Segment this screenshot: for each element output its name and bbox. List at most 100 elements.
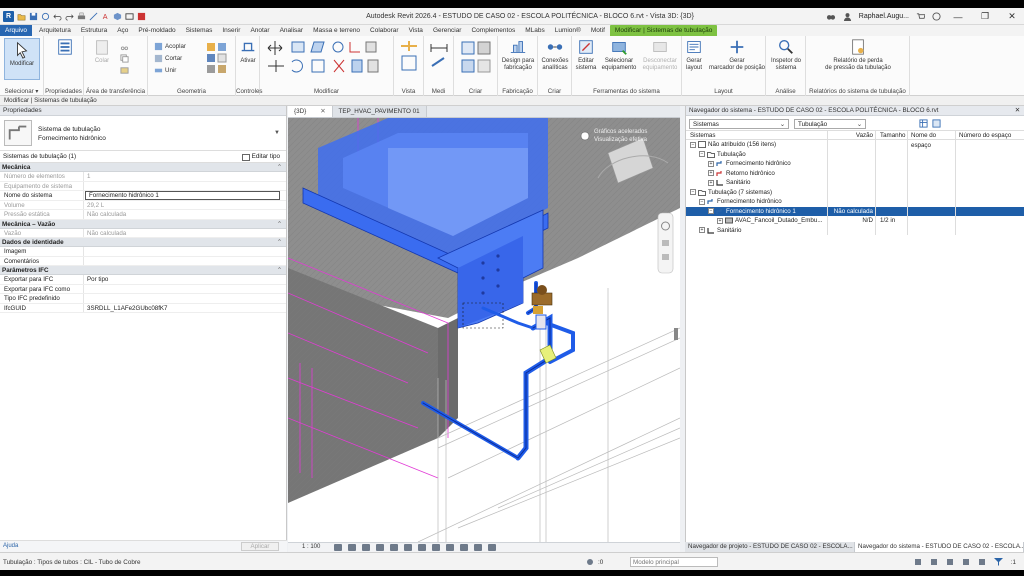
revit-logo-icon[interactable]: R [3, 10, 14, 22]
visual-style-icon[interactable] [348, 544, 356, 551]
property-value[interactable] [84, 285, 286, 294]
model-canvas[interactable]: Gráficos acelerados Visualização efetiva [288, 118, 680, 542]
edit-type-button[interactable]: Editar tipo [241, 151, 280, 163]
generate-layout-button[interactable]: Gerar layout [682, 38, 706, 72]
collapse-icon[interactable]: ⌃ [277, 238, 282, 247]
apply-button[interactable]: Aplicar [241, 542, 279, 551]
tree-row[interactable]: − Fornecimento hidrônico 1 Não calculada [686, 206, 1024, 216]
text-icon[interactable]: A [101, 12, 110, 21]
collapse-icon[interactable]: ⌃ [277, 163, 282, 172]
properties-button[interactable] [54, 38, 76, 58]
close-hidden-icon[interactable] [137, 12, 146, 21]
lock-3d-icon[interactable] [432, 544, 440, 551]
ribbon-tab[interactable]: Motif [586, 25, 610, 36]
property-group[interactable]: Mecânica – Vazão ⌃ [0, 219, 286, 229]
ribbon-tab[interactable]: Analisar [275, 25, 308, 36]
3d-viewport[interactable]: Gráficos acelerados Visualização efetiva [288, 118, 680, 542]
ribbon-tab[interactable]: Anotar [245, 25, 274, 36]
properties-help-link[interactable]: Ajuda [3, 543, 21, 551]
collapse-icon[interactable]: − [699, 151, 705, 158]
ribbon-tab[interactable]: Arquivo [0, 25, 33, 36]
disconnect-equipment-button[interactable]: Desconectar equipamento [640, 38, 680, 72]
generate-placeholder-button[interactable]: Gerar marcador de posição [708, 38, 766, 72]
collapse-icon[interactable]: − [699, 198, 705, 205]
minimize-button[interactable]: — [948, 12, 968, 22]
column-settings-icon[interactable] [919, 119, 928, 128]
worksharing-icon[interactable] [474, 544, 482, 551]
print-icon[interactable] [77, 12, 86, 21]
vertical-scrollbar[interactable] [674, 328, 678, 340]
help-icon[interactable] [932, 12, 941, 21]
binoculars-icon[interactable] [826, 12, 836, 21]
ribbon-tab[interactable]: Inserir [217, 25, 245, 36]
property-value[interactable] [84, 247, 286, 256]
property-value[interactable]: Fornecimento hidrônico 1 [85, 191, 280, 200]
ribbon-tab[interactable]: MLabs [520, 25, 550, 36]
collapse-icon[interactable]: ⌃ [277, 220, 282, 229]
filter-icon[interactable] [993, 558, 1003, 566]
geometry-tools-icon[interactable] [206, 42, 228, 74]
collapse-icon[interactable]: ⌃ [277, 266, 282, 275]
collapse-icon[interactable]: − [708, 208, 714, 215]
render-icon[interactable] [390, 544, 398, 551]
copy-row[interactable] [120, 54, 129, 63]
tree-row[interactable]: − Não atribuído (156 itens) [686, 140, 1024, 150]
property-group[interactable]: Mecânica ⌃ [0, 163, 286, 172]
type-dropdown-arrow[interactable]: ▼ [274, 130, 280, 136]
analytical-connections-button[interactable]: Conexões analíticas [538, 38, 572, 72]
sun-path-icon[interactable] [362, 544, 370, 551]
close-button[interactable]: ✕ [1002, 11, 1022, 22]
select-by-face-icon[interactable] [962, 558, 970, 566]
create-tools-icon[interactable] [460, 40, 492, 76]
autofit-icon[interactable] [932, 119, 941, 128]
ribbon-tab[interactable]: Modificar | Sistemas de tubulação [609, 25, 718, 36]
property-value[interactable] [84, 294, 286, 303]
expand-icon[interactable]: + [708, 160, 714, 167]
restore-button[interactable]: ❐ [975, 11, 995, 22]
undo-icon[interactable] [53, 12, 62, 21]
tree-row[interactable]: + Retorno hidrônico [686, 168, 1024, 178]
3d-view-icon[interactable] [113, 12, 122, 21]
view-scale[interactable]: 1 : 100 [302, 543, 320, 552]
property-group[interactable]: Parâmetros IFC ⌃ [0, 266, 286, 275]
analytical-icon[interactable] [488, 544, 496, 551]
cope-button[interactable]: Acoplar [154, 42, 186, 51]
ribbon-tab[interactable]: Sistemas [181, 25, 218, 36]
drag-elements-icon[interactable] [978, 558, 986, 566]
property-value[interactable] [84, 257, 286, 266]
match-row[interactable] [120, 66, 129, 75]
ribbon-tab[interactable]: Gerenciar [428, 25, 467, 36]
select-underlay-icon[interactable] [930, 558, 938, 566]
close-icon[interactable]: ✕ [320, 108, 325, 115]
user-icon[interactable] [843, 12, 852, 21]
col-systems[interactable]: Sistemas [686, 131, 828, 139]
crop-icon[interactable] [404, 544, 412, 551]
select-equipment-button[interactable]: Selecionar equipamento [600, 38, 638, 72]
ribbon-tab[interactable]: Pré-moldado [133, 25, 180, 36]
modify-button[interactable]: Modificar [4, 38, 40, 80]
ribbon-tab[interactable]: Arquitetura [34, 25, 76, 36]
tree-row[interactable]: − Fornecimento hidrônico [686, 197, 1024, 207]
sync-icon[interactable] [41, 12, 50, 21]
tab-3d-view[interactable]: {3D} ✕ [288, 106, 333, 117]
save-icon[interactable] [29, 12, 38, 21]
type-selector[interactable]: Sistema de tubulação Fornecimento hidrôn… [0, 116, 286, 151]
expand-icon[interactable]: + [708, 170, 714, 177]
tree-row[interactable]: + Sanitário [686, 225, 1024, 235]
pressure-loss-report-button[interactable]: Relatório de perda de pressão da tubulaç… [806, 38, 910, 72]
redo-icon[interactable] [65, 12, 74, 21]
measure-icon[interactable] [89, 12, 98, 21]
section-icon[interactable] [125, 12, 134, 21]
measure-tool-icon[interactable] [430, 40, 448, 74]
modify-tools-icon[interactable] [264, 40, 390, 80]
ribbon-tab[interactable]: Estrutura [76, 25, 112, 36]
detail-level-icon[interactable] [334, 544, 342, 551]
navigation-bar[interactable] [657, 212, 674, 274]
ribbon-tab[interactable]: Colaborar [365, 25, 404, 36]
cut-button[interactable]: Cortar [154, 54, 182, 63]
tree-row[interactable]: − Tubulação (7 sistemas) [686, 187, 1024, 197]
tab-floor-plan[interactable]: TEP_HVAC_PAVIMENTO 01 [332, 106, 427, 117]
select-pinned-icon[interactable] [946, 558, 954, 566]
cart-icon[interactable] [916, 12, 925, 21]
activate-button[interactable]: Ativar [236, 38, 260, 65]
